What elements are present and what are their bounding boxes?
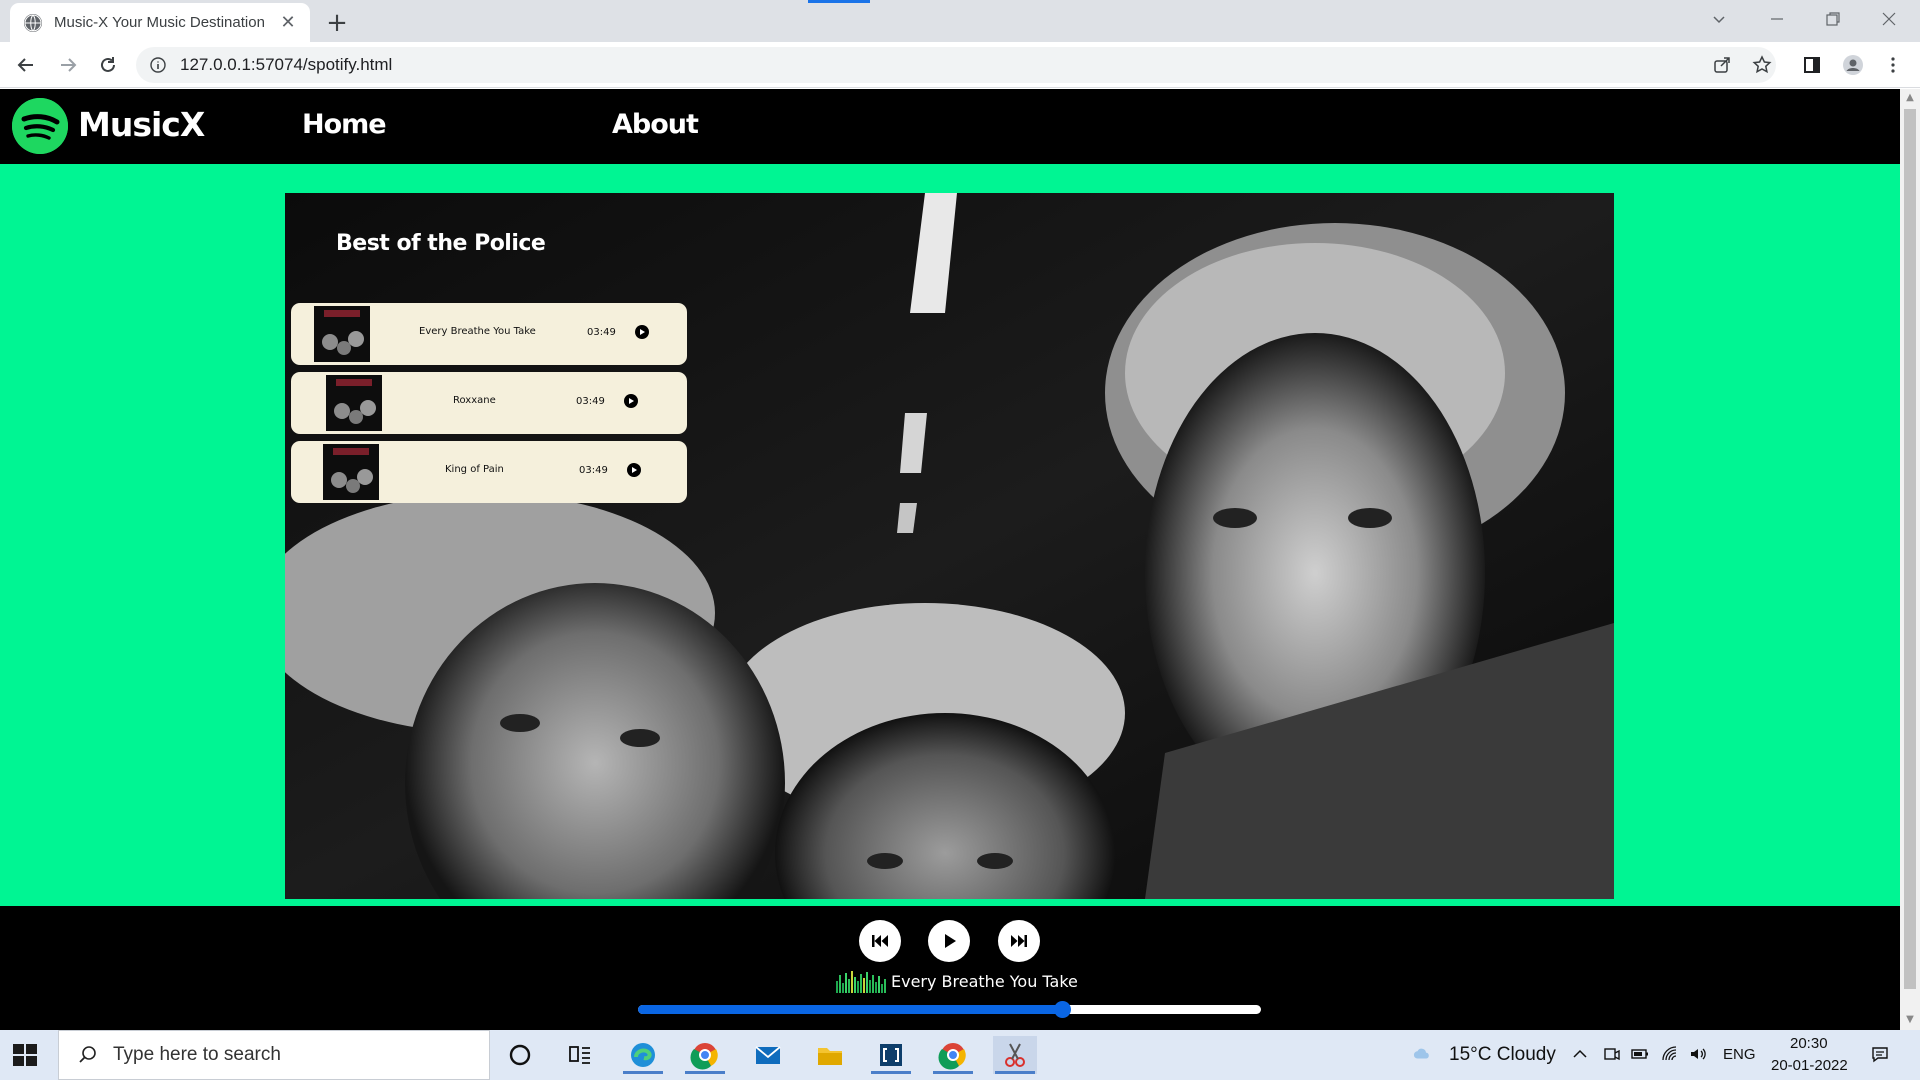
- share-icon[interactable]: [1709, 52, 1735, 78]
- progress-slider[interactable]: [638, 1001, 1261, 1018]
- playlist-title: Best of the Police: [336, 231, 546, 256]
- album-cover: [326, 375, 382, 431]
- close-window-icon[interactable]: [1862, 0, 1916, 38]
- tab-title: Music-X Your Music Destination: [54, 14, 265, 31]
- play-circle-icon[interactable]: [635, 325, 649, 339]
- song-duration: 03:49: [576, 396, 605, 407]
- song-item[interactable]: Roxxane 03:49: [291, 372, 687, 434]
- nav-link-home[interactable]: Home: [302, 109, 387, 140]
- cortana-icon[interactable]: [498, 1036, 542, 1074]
- browser-toolbar: 127.0.0.1:57074/spotify.html: [0, 42, 1920, 88]
- volume-icon[interactable]: [1688, 1044, 1708, 1064]
- site-info-icon[interactable]: [150, 57, 166, 73]
- bookmark-star-icon[interactable]: [1749, 52, 1775, 78]
- song-title: Roxxane: [453, 395, 496, 406]
- window-drag-indicator: [808, 0, 870, 3]
- page-scrollbar[interactable]: ▲ ▼: [1900, 89, 1920, 1030]
- taskbar-search[interactable]: Type here to search: [58, 1030, 490, 1080]
- minimize-icon[interactable]: [1750, 0, 1804, 38]
- scroll-thumb[interactable]: [1904, 109, 1916, 989]
- language-indicator[interactable]: ENG: [1723, 1046, 1756, 1063]
- chevron-up-icon[interactable]: [1570, 1044, 1590, 1064]
- skip-back-icon: [872, 935, 888, 947]
- file-explorer-icon[interactable]: [808, 1036, 852, 1074]
- progress-knob[interactable]: [1053, 1001, 1071, 1018]
- active-indicator: [995, 1071, 1035, 1074]
- now-playing: Every Breathe You Take: [835, 968, 1078, 994]
- nav-link-about[interactable]: About: [612, 109, 699, 140]
- browser-tab-strip: Music-X Your Music Destination ✕ +: [0, 0, 1920, 42]
- now-playing-title: Every Breathe You Take: [891, 971, 1078, 991]
- scroll-down-icon[interactable]: ▼: [1905, 1015, 1915, 1025]
- scroll-up-icon[interactable]: ▲: [1905, 93, 1915, 103]
- player-bar: Every Breathe You Take: [0, 906, 1900, 1030]
- song-title: Every Breathe You Take: [419, 326, 536, 337]
- weather-text[interactable]: 15°C Cloudy: [1449, 1044, 1556, 1066]
- notifications-icon[interactable]: [1870, 1044, 1890, 1064]
- play-circle-icon[interactable]: [627, 463, 641, 477]
- windows-start-icon[interactable]: [10, 1040, 40, 1070]
- progress-fill: [638, 1005, 1062, 1014]
- site-navbar: MusicX Home About: [0, 89, 1900, 164]
- song-list: Every Breathe You Take 03:49 Roxxane 03:…: [291, 303, 687, 510]
- chrome-icon[interactable]: [683, 1036, 727, 1074]
- browser-tab[interactable]: Music-X Your Music Destination ✕: [10, 3, 310, 42]
- next-track-button[interactable]: [998, 920, 1040, 962]
- new-tab-button[interactable]: +: [322, 8, 352, 38]
- song-title: King of Pain: [445, 464, 504, 475]
- globe-icon: [24, 13, 42, 32]
- search-icon: [79, 1046, 96, 1063]
- code-editor-icon[interactable]: [869, 1036, 913, 1074]
- search-placeholder: Type here to search: [113, 1044, 281, 1065]
- album-cover: [314, 306, 370, 362]
- windows-taskbar: Type here to search 15°C Cloudy ENG 20:3…: [0, 1030, 1920, 1080]
- wifi-icon[interactable]: [1660, 1044, 1680, 1064]
- back-icon[interactable]: [10, 49, 42, 81]
- url-text: 127.0.0.1:57074/spotify.html: [180, 55, 393, 74]
- equalizer-icon: [836, 971, 886, 993]
- active-indicator: [685, 1071, 725, 1074]
- active-indicator: [933, 1071, 973, 1074]
- song-duration: 03:49: [587, 327, 616, 338]
- playlist-hero: Best of the Police Every Breathe You Tak…: [285, 193, 1614, 899]
- play-icon: [945, 934, 956, 948]
- forward-icon[interactable]: [52, 49, 84, 81]
- profile-avatar-icon[interactable]: [1840, 52, 1866, 78]
- weather-cloud-icon[interactable]: [1412, 1044, 1432, 1064]
- spotify-logo-icon[interactable]: [12, 98, 68, 154]
- restore-icon[interactable]: [1806, 0, 1860, 38]
- song-item[interactable]: King of Pain 03:49: [291, 441, 687, 503]
- clock-time[interactable]: 20:30: [1790, 1035, 1828, 1052]
- mail-icon[interactable]: [746, 1036, 790, 1074]
- battery-icon[interactable]: [1630, 1044, 1650, 1064]
- clock-date[interactable]: 20-01-2022: [1771, 1057, 1848, 1074]
- side-panel-icon[interactable]: [1799, 52, 1825, 78]
- song-duration: 03:49: [579, 465, 608, 476]
- song-item[interactable]: Every Breathe You Take 03:49: [291, 303, 687, 365]
- band-photo: [285, 193, 1614, 899]
- page-viewport: MusicX Home About Best of the Police Eve…: [0, 89, 1900, 1030]
- active-indicator: [623, 1071, 663, 1074]
- brand-name[interactable]: MusicX: [78, 105, 205, 144]
- address-bar[interactable]: 127.0.0.1:57074/spotify.html: [136, 47, 1776, 83]
- previous-track-button[interactable]: [859, 920, 901, 962]
- skip-forward-icon: [1011, 935, 1027, 947]
- play-button[interactable]: [928, 920, 970, 962]
- meet-now-icon[interactable]: [1602, 1044, 1622, 1064]
- album-cover: [323, 444, 379, 500]
- browser-menu-icon[interactable]: [1880, 52, 1906, 78]
- snipping-tool-icon[interactable]: [993, 1036, 1037, 1074]
- active-indicator: [871, 1071, 911, 1074]
- tab-search-icon[interactable]: [1692, 0, 1746, 38]
- reload-icon[interactable]: [92, 49, 124, 81]
- play-circle-icon[interactable]: [624, 394, 638, 408]
- chrome-icon[interactable]: [931, 1036, 975, 1074]
- tab-close-icon[interactable]: ✕: [278, 12, 298, 33]
- task-view-icon[interactable]: [558, 1036, 602, 1074]
- edge-browser-icon[interactable]: [621, 1036, 665, 1074]
